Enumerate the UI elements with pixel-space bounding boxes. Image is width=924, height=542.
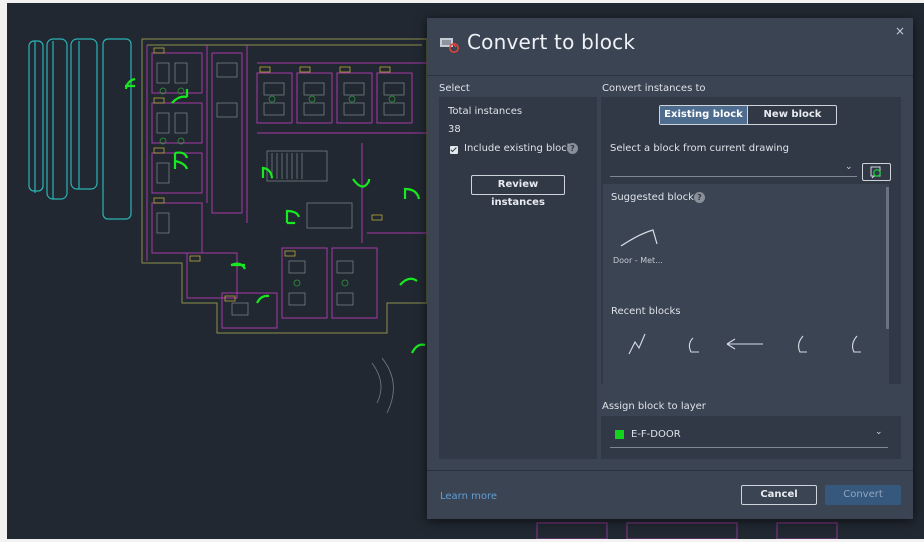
layer-color-swatch bbox=[615, 430, 624, 439]
help-icon[interactable]: ? bbox=[694, 192, 705, 203]
help-icon[interactable]: ? bbox=[567, 143, 578, 154]
select-block-dropdown[interactable] bbox=[610, 162, 850, 174]
dialog-header: Convert to block × bbox=[427, 18, 913, 76]
door-swing-thumbnail-icon[interactable] bbox=[847, 332, 867, 358]
cancel-button[interactable]: Cancel bbox=[741, 485, 817, 505]
include-existing-checkbox[interactable] bbox=[450, 146, 458, 154]
select-block-underline bbox=[610, 176, 857, 177]
review-instances-button[interactable]: Review instances bbox=[471, 175, 565, 208]
door-arc-thumbnail-icon bbox=[620, 229, 658, 247]
pick-from-drawing-icon bbox=[870, 166, 881, 179]
layer-dropdown-underline bbox=[610, 447, 888, 448]
convert-block-icon bbox=[440, 38, 459, 53]
door-swing-thumbnail-icon[interactable] bbox=[685, 334, 705, 358]
suggested-blocks-label: Suggested blocks bbox=[611, 192, 700, 203]
total-instances-label: Total instances bbox=[448, 106, 523, 117]
suggested-block-thumbnail[interactable]: Door - Met... bbox=[613, 222, 673, 282]
select-block-label: Select a block from current drawing bbox=[610, 143, 789, 154]
chevron-down-icon[interactable]: ⌄ bbox=[875, 427, 883, 437]
close-icon[interactable]: × bbox=[895, 24, 905, 38]
dialog-title: Convert to block bbox=[467, 30, 636, 54]
convert-to-block-dialog: Convert to block × Select Total instance… bbox=[427, 18, 913, 519]
tab-existing-block[interactable]: Existing block bbox=[660, 106, 747, 124]
chevron-down-icon[interactable]: ⌄ bbox=[845, 162, 853, 172]
footer-divider bbox=[427, 470, 913, 471]
learn-more-link[interactable]: Learn more bbox=[440, 491, 497, 502]
total-instances-value: 38 bbox=[448, 124, 461, 135]
header-divider bbox=[427, 75, 913, 76]
suggested-block-label: Door - Met... bbox=[613, 256, 663, 265]
pick-block-button[interactable] bbox=[862, 163, 891, 181]
block-type-segmented-control: Existing block New block bbox=[659, 105, 837, 125]
convert-button[interactable]: Convert bbox=[825, 485, 901, 505]
gallery-scrollbar[interactable] bbox=[886, 187, 889, 329]
zigzag-thumbnail-icon[interactable] bbox=[627, 330, 651, 358]
include-existing-label: Include existing blocks bbox=[464, 143, 578, 154]
block-gallery: Suggested blocks ? Door - Met... Recent … bbox=[603, 184, 889, 384]
recent-blocks-label: Recent blocks bbox=[611, 306, 681, 317]
convert-to-section-label: Convert instances to bbox=[602, 83, 706, 94]
tab-new-block[interactable]: New block bbox=[747, 106, 837, 124]
layer-name[interactable]: E-F-DOOR bbox=[631, 429, 681, 440]
arrow-thumbnail-icon[interactable] bbox=[723, 336, 765, 352]
select-section-label: Select bbox=[439, 83, 470, 94]
assign-layer-section-label: Assign block to layer bbox=[602, 401, 706, 412]
door-swing-thumbnail-icon[interactable] bbox=[793, 332, 813, 358]
